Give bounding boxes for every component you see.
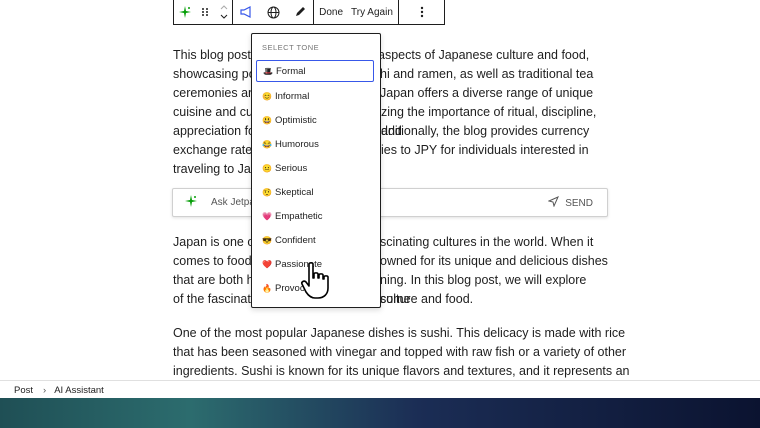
breadcrumb-separator: › xyxy=(43,384,47,396)
option-label: Informal xyxy=(275,90,310,102)
tone-option-confident[interactable]: 😎 Confident xyxy=(256,229,374,251)
option-label: Skeptical xyxy=(275,186,314,198)
edit-pencil-icon[interactable] xyxy=(289,0,311,24)
text-line: Japan offers a diverse range of unique xyxy=(380,86,594,100)
option-label: Confident xyxy=(275,234,316,246)
text-line: Japan is one of xyxy=(173,235,258,249)
ai-prompt-bar[interactable]: Ask Jetpac SEND xyxy=(172,188,608,217)
hand-pointer-cursor-icon xyxy=(300,262,332,305)
toolbar-actions-group: Done Try Again xyxy=(314,0,399,24)
text-line: hi and ramen, as well as traditional tea xyxy=(380,67,594,81)
breadcrumb-post[interactable]: Post xyxy=(14,385,33,396)
text-line: appreciation fo xyxy=(173,124,256,138)
text-line: owned for its unique and delicious dishe… xyxy=(380,254,608,268)
ai-sparkle-icon xyxy=(185,195,197,210)
text-line: This blog post xyxy=(173,48,251,62)
text-line: cuisine and cul xyxy=(173,105,256,119)
paragraph-summary[interactable]: This blog post aspects of Japanese cultur… xyxy=(173,46,613,179)
text-line: dditionally, the blog provides currency xyxy=(381,124,590,138)
desktop-background xyxy=(0,398,760,428)
tone-option-formal[interactable]: 🎩 Formal xyxy=(256,60,374,82)
text-line: traveling to Jap xyxy=(173,162,258,176)
drag-handle-icon[interactable] xyxy=(196,0,214,24)
text-line: scinating cultures in the world. When it xyxy=(380,235,594,249)
smile-icon: 😊 xyxy=(262,91,272,101)
option-label: Serious xyxy=(275,162,308,174)
option-label: Formal xyxy=(276,65,306,77)
text-line: showcasing po xyxy=(173,67,256,81)
tone-option-humorous[interactable]: 😂 Humorous xyxy=(256,133,374,155)
text-line: of the fascinati xyxy=(173,292,254,306)
tone-megaphone-icon[interactable] xyxy=(235,0,259,24)
translate-globe-icon[interactable] xyxy=(262,0,285,24)
heart-pink-icon: 💗 xyxy=(262,211,272,221)
toolbar-tools-group xyxy=(233,0,314,24)
try-again-button[interactable]: Try Again xyxy=(347,7,397,18)
laugh-icon: 😂 xyxy=(262,139,272,149)
neutral-face-icon: 😐 xyxy=(262,163,272,173)
block-toolbar: Done Try Again xyxy=(173,0,445,25)
tone-option-serious[interactable]: 😐 Serious xyxy=(256,157,374,179)
send-icon xyxy=(547,196,560,210)
option-label: Optimistic xyxy=(275,114,317,126)
text-line: that has been seasoned with vinegar and … xyxy=(173,345,627,359)
tone-option-optimistic[interactable]: 😃 Optimistic xyxy=(256,109,374,131)
text-line: ies to JPY for individuals interested in xyxy=(381,143,589,157)
toolbar-block-group xyxy=(174,0,233,24)
tone-option-empathetic[interactable]: 💗 Empathetic xyxy=(256,205,374,227)
breadcrumb: Post › AI Assistant xyxy=(0,380,760,399)
text-line: One of the most popular Japanese dishes … xyxy=(173,326,626,340)
top-hat-icon: 🎩 xyxy=(263,66,273,76)
menu-header: SELECT TONE xyxy=(262,43,320,52)
sunglasses-icon: 😎 xyxy=(262,235,272,245)
text-line: ingredients. Sushi is known for its uniq… xyxy=(173,364,630,378)
breadcrumb-ai-assistant[interactable]: AI Assistant xyxy=(54,385,104,396)
send-label: SEND xyxy=(565,197,593,209)
fire-icon: 🔥 xyxy=(262,283,272,293)
option-label: Humorous xyxy=(275,138,319,150)
option-label: Empathetic xyxy=(275,210,323,222)
text-line: aspects of Japanese culture and food, xyxy=(378,48,590,62)
grin-icon: 😃 xyxy=(262,115,272,125)
done-button[interactable]: Done xyxy=(315,7,347,18)
paragraph-sushi[interactable]: One of the most popular Japanese dishes … xyxy=(173,324,630,381)
tone-option-skeptical[interactable]: 🤨 Skeptical xyxy=(256,181,374,203)
toolbar-options-group xyxy=(399,0,444,24)
text-line: exchange rates xyxy=(173,143,259,157)
tone-option-informal[interactable]: 😊 Informal xyxy=(256,85,374,107)
red-heart-icon: ❤️ xyxy=(262,259,272,269)
text-line: comes to food, xyxy=(173,254,255,268)
paragraph-intro[interactable]: Japan is one of scinating cultures in the… xyxy=(173,233,613,309)
ai-assistant-block-icon[interactable] xyxy=(174,0,196,24)
more-options-icon[interactable] xyxy=(415,0,429,24)
text-line: ceremonies an xyxy=(173,86,255,100)
text-line: culture and food. xyxy=(380,292,474,306)
raised-eyebrow-icon: 🤨 xyxy=(262,187,272,197)
send-button[interactable]: SEND xyxy=(547,196,593,210)
text-line: that are both h xyxy=(173,273,254,287)
move-up-down-icon[interactable] xyxy=(214,0,234,24)
